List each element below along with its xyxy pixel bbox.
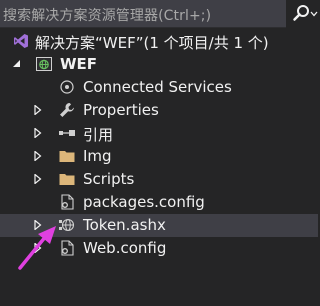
chevron-collapsed-icon[interactable] <box>33 174 43 184</box>
chevron-collapsed-icon[interactable] <box>33 128 43 138</box>
tree-item-project[interactable]: WEF <box>0 53 318 76</box>
config-file-icon <box>61 194 74 210</box>
ashx-handler-icon <box>59 218 75 232</box>
references-icon <box>59 130 75 136</box>
tree-item-label: Web.config <box>83 239 167 257</box>
tree-item-label: Token.ashx <box>83 216 166 234</box>
tree-item-label: Img <box>83 147 112 165</box>
tree-item-properties[interactable]: Properties <box>0 99 318 122</box>
solution-tree: 解决方案“WEF”(1 个项目/共 1 个) WEF Connected Ser… <box>0 28 318 306</box>
chevron-collapsed-icon[interactable] <box>33 105 43 115</box>
chevron-collapsed-icon[interactable] <box>33 220 43 230</box>
chevron-collapsed-icon[interactable] <box>33 151 43 161</box>
tree-item-web-config[interactable]: Web.config <box>0 237 318 260</box>
tree-item-label: Connected Services <box>83 78 232 96</box>
tree-item-scripts-folder[interactable]: Scripts <box>0 168 318 191</box>
search-icon <box>293 5 318 21</box>
tree-item-solution[interactable]: 解决方案“WEF”(1 个项目/共 1 个) <box>0 30 318 53</box>
folder-icon <box>59 151 75 162</box>
tree-item-img-folder[interactable]: Img <box>0 145 318 168</box>
connected-services-icon <box>60 80 74 94</box>
search-bar[interactable]: 搜索解决方案资源管理器(Ctrl+;) <box>0 0 318 28</box>
tree-item-label: Properties <box>83 101 159 119</box>
tree-item-token-ashx[interactable]: Token.ashx <box>0 214 318 237</box>
tree-item-label: 解决方案“WEF”(1 个项目/共 1 个) <box>35 34 269 52</box>
search-button[interactable] <box>286 0 318 28</box>
search-input[interactable]: 搜索解决方案资源管理器(Ctrl+;) <box>3 5 211 25</box>
tree-item-references[interactable]: 引用 <box>0 122 318 145</box>
chevron-collapsed-icon[interactable] <box>33 243 43 253</box>
tree-item-label: Scripts <box>83 170 135 188</box>
tree-item-connected-services[interactable]: Connected Services <box>0 76 318 99</box>
chevron-expanded-icon[interactable] <box>12 59 22 69</box>
config-file-icon <box>61 240 74 256</box>
tree-item-label: packages.config <box>83 193 205 211</box>
tree-item-label: 引用 <box>83 126 114 144</box>
web-project-icon <box>36 57 52 71</box>
tree-item-label: WEF <box>60 55 98 73</box>
folder-icon <box>59 174 75 185</box>
tree-item-packages-config[interactable]: packages.config <box>0 191 318 214</box>
visual-studio-icon <box>14 34 28 48</box>
wrench-icon <box>60 103 74 117</box>
